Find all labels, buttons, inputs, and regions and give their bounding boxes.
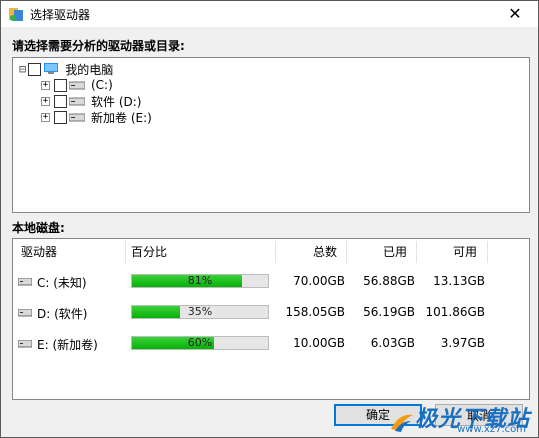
tree-node-drive-d[interactable]: + 软件 (D:)	[41, 93, 141, 109]
usage-percent: 81%	[187, 274, 213, 287]
column-header-total[interactable]: 总数	[313, 239, 337, 265]
column-header-used[interactable]: 已用	[383, 239, 407, 265]
usage-bar: 60%	[131, 336, 269, 350]
tree-node-my-computer[interactable]: ⊟ 我的电脑	[19, 61, 113, 77]
used-size: 6.03GB	[370, 336, 415, 350]
column-header-drive[interactable]: 驱动器	[21, 239, 57, 265]
checkbox[interactable]	[54, 78, 67, 92]
tree-section-label: 请选择需要分析的驱动器或目录:	[12, 39, 185, 53]
hard-drive-icon	[69, 97, 85, 106]
column-header-percent[interactable]: 百分比	[131, 239, 167, 265]
collapse-icon[interactable]: ⊟	[19, 63, 27, 75]
window-title: 选择驱动器	[30, 8, 91, 22]
free-size: 13.13GB	[433, 274, 485, 288]
column-divider[interactable]	[416, 241, 417, 263]
hard-drive-icon	[69, 113, 85, 122]
usage-bar: 35%	[131, 305, 269, 319]
total-size: 158.05GB	[285, 305, 345, 319]
watermark-url: www.xz7.com	[457, 424, 526, 435]
column-divider[interactable]	[125, 241, 126, 263]
drive-name: E: (新加卷)	[37, 338, 98, 352]
drive-name: D: (软件)	[37, 307, 88, 321]
column-divider[interactable]	[487, 241, 488, 263]
total-size: 70.00GB	[293, 274, 345, 288]
table-row[interactable]: E: (新加卷) 60% 10.00GB 6.03GB 3.97GB	[13, 330, 529, 356]
tree-node-drive-c[interactable]: + (C:)	[41, 77, 113, 93]
drive-name: C: (未知)	[37, 276, 87, 290]
used-size: 56.88GB	[363, 274, 415, 288]
tree-node-label: 软件 (D:)	[91, 94, 142, 109]
app-icon	[9, 8, 23, 21]
free-size: 101.86GB	[425, 305, 485, 319]
expand-icon[interactable]: +	[41, 96, 50, 106]
title-bar[interactable]: 选择驱动器 ✕	[1, 1, 538, 27]
hard-drive-icon	[18, 309, 32, 317]
usage-bar: 81%	[131, 274, 269, 288]
free-size: 3.97GB	[440, 336, 485, 350]
tree-node-drive-e[interactable]: + 新加卷 (E:)	[41, 109, 152, 125]
column-divider[interactable]	[346, 241, 347, 263]
tree-node-label: (C:)	[91, 78, 113, 92]
checkbox[interactable]	[28, 62, 42, 76]
column-divider[interactable]	[275, 241, 276, 263]
hard-drive-icon	[69, 81, 85, 90]
table-row[interactable]: C: (未知) 81% 70.00GB 56.88GB 13.13GB	[13, 268, 529, 294]
watermark-logo-icon	[390, 414, 413, 432]
select-drive-dialog: 选择驱动器 ✕ 请选择需要分析的驱动器或目录: ⊟ 我的电脑 + (C:) +	[0, 0, 539, 438]
used-size: 56.19GB	[363, 305, 415, 319]
hard-drive-icon	[18, 340, 32, 348]
disk-list[interactable]: 驱动器 百分比 总数 已用 可用 C: (未知) 81% 70.00GB 56.…	[12, 238, 530, 400]
tree-node-label: 新加卷 (E:)	[91, 110, 152, 125]
checkbox[interactable]	[54, 110, 67, 124]
total-size: 10.00GB	[293, 336, 345, 350]
watermark: 极光下载站 www.xz7.com	[389, 401, 530, 435]
usage-percent: 35%	[187, 305, 213, 318]
column-header-free[interactable]: 可用	[453, 239, 477, 265]
hard-drive-icon	[18, 278, 32, 286]
table-row[interactable]: D: (软件) 35% 158.05GB 56.19GB 101.86GB	[13, 299, 529, 325]
computer-icon	[44, 63, 59, 74]
drive-tree[interactable]: ⊟ 我的电脑 + (C:) + 软件 (D:) + 新加卷 (E:)	[12, 57, 530, 213]
expand-icon[interactable]: +	[41, 80, 50, 90]
close-button[interactable]: ✕	[492, 1, 538, 27]
checkbox[interactable]	[54, 94, 67, 108]
expand-icon[interactable]: +	[41, 112, 50, 122]
tree-node-label: 我的电脑	[65, 62, 114, 77]
disk-section-label: 本地磁盘:	[12, 221, 65, 235]
usage-percent: 60%	[187, 336, 213, 349]
